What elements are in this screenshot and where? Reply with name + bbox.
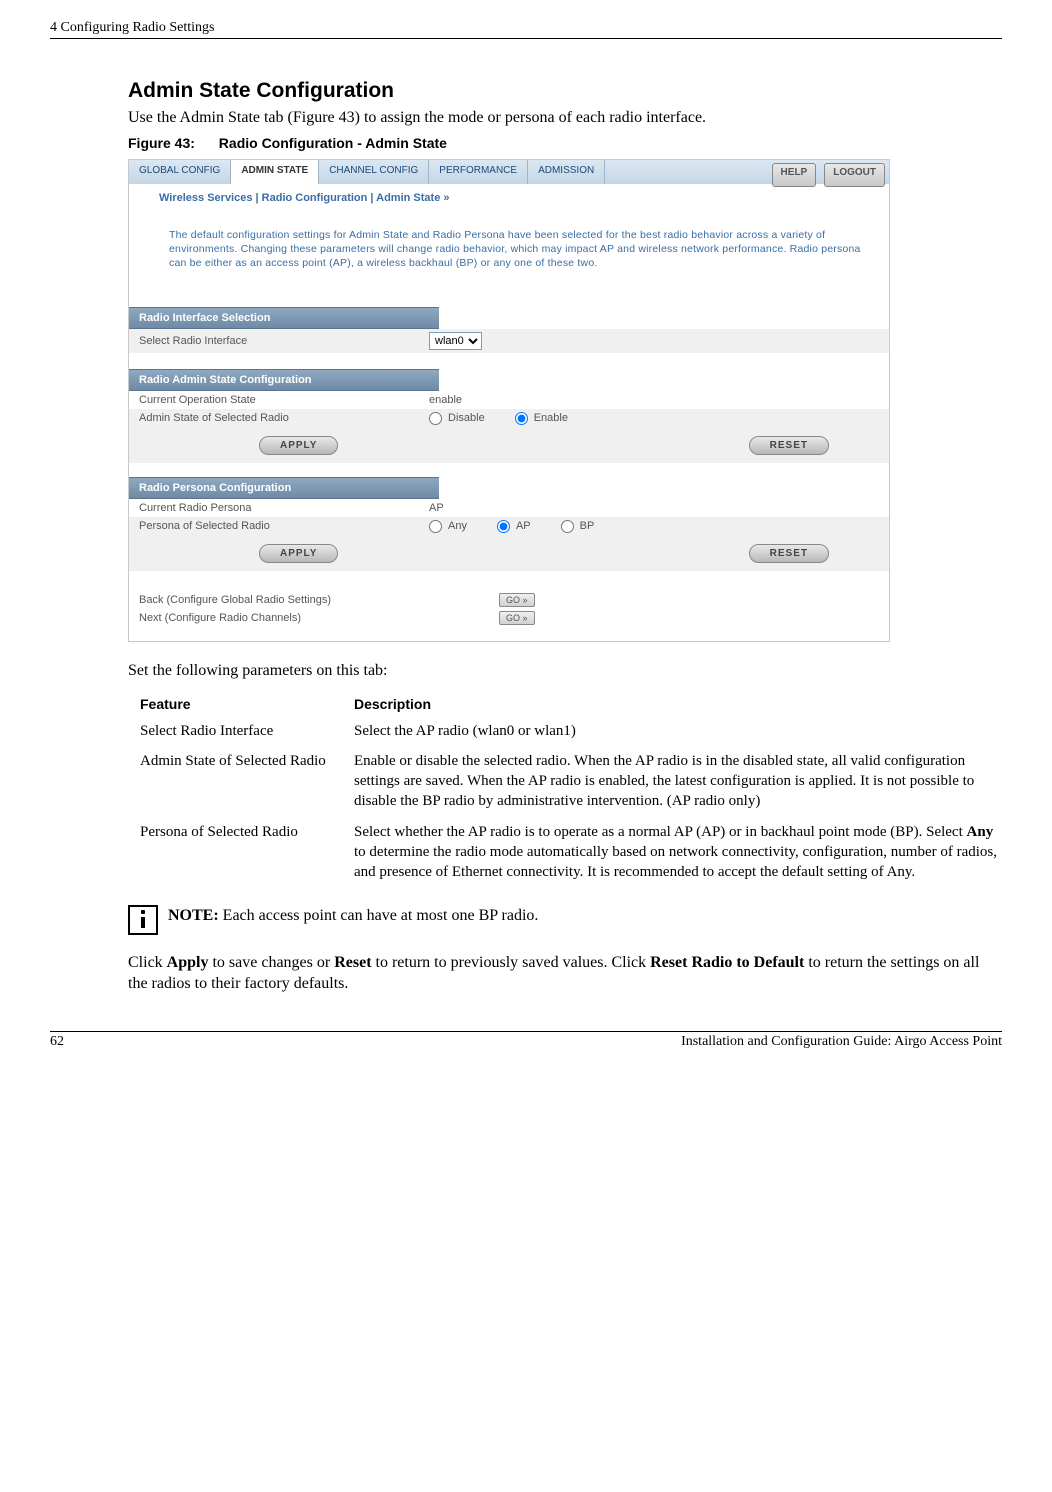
nav-next-row: Next (Configure Radio Channels) GO » [129,609,889,627]
radio-persona-ap[interactable]: AP [497,520,531,533]
persona-buttons: APPLY RESET [129,536,889,571]
apply-button-2[interactable]: APPLY [259,544,338,563]
label-select-radio-interface: Select Radio Interface [139,335,429,347]
row-current-operation-state: Current Operation State enable [129,391,889,409]
section-admin-state: Radio Admin State Configuration [129,369,439,391]
header-rule [50,38,1002,39]
row-persona-selected: Persona of Selected Radio Any AP BP [129,517,889,536]
figure-caption: Figure 43: Radio Configuration - Admin S… [128,135,1002,151]
reset-button-1[interactable]: RESET [749,436,829,455]
reset-button-2[interactable]: RESET [749,544,829,563]
tab-global-config[interactable]: GLOBAL CONFIG [129,160,231,184]
desc-cell: Enable or disable the selected radio. Wh… [354,746,1002,817]
help-button[interactable]: HELP [772,163,817,187]
section-intro: Use the Admin State tab (Figure 43) to a… [128,109,1002,127]
tab-admission[interactable]: ADMISSION [528,160,605,184]
chapter-title: 4 Configuring Radio Settings [50,20,215,36]
radio-persona-any[interactable]: Any [429,520,467,533]
label-persona-selected: Persona of Selected Radio [139,520,429,532]
nav-back-row: Back (Configure Global Radio Settings) G… [129,591,889,609]
row-admin-state-selected: Admin State of Selected Radio Disable En… [129,409,889,428]
select-radio-interface[interactable]: wlan0 [429,332,482,350]
admin-state-screenshot: GLOBAL CONFIG ADMIN STATE CHANNEL CONFIG… [128,159,890,642]
label-current-persona: Current Radio Persona [139,502,429,514]
tab-bar: GLOBAL CONFIG ADMIN STATE CHANNEL CONFIG… [129,160,889,184]
figure-title: Radio Configuration - Admin State [219,135,447,151]
row-select-radio-interface: Select Radio Interface wlan0 [129,329,889,353]
feature-cell: Select Radio Interface [140,716,354,746]
note-text: NOTE: Each access point can have at most… [168,905,538,925]
tab-performance[interactable]: PERFORMANCE [429,160,528,184]
row-current-persona: Current Radio Persona AP [129,499,889,517]
footer-title: Installation and Configuration Guide: Ai… [681,1034,1002,1050]
logout-button[interactable]: LOGOUT [824,163,885,187]
note-block: NOTE: Each access point can have at most… [128,905,1002,935]
breadcrumb: Wireless Services | Radio Configuration … [129,184,889,222]
table-row: Admin State of Selected Radio Enable or … [140,746,1002,817]
section-heading: Admin State Configuration [128,79,1002,103]
th-description: Description [354,692,1002,716]
desc-cell: Select the AP radio (wlan0 or wlan1) [354,716,1002,746]
section-radio-interface: Radio Interface Selection [129,307,439,329]
params-intro: Set the following parameters on this tab… [128,662,1002,680]
page-number: 62 [50,1034,64,1050]
table-row: Persona of Selected Radio Select whether… [140,817,1002,888]
admin-state-buttons: APPLY RESET [129,428,889,463]
apply-paragraph: Click Apply to save changes or Reset to … [128,953,1002,995]
footer-rule [50,1031,1002,1032]
nav-back-label: Back (Configure Global Radio Settings) [139,594,499,606]
feature-cell: Persona of Selected Radio [140,817,354,888]
table-row: Select Radio Interface Select the AP rad… [140,716,1002,746]
tab-admin-state[interactable]: ADMIN STATE [231,160,319,184]
feature-cell: Admin State of Selected Radio [140,746,354,817]
label-current-operation-state: Current Operation State [139,394,429,406]
info-icon [128,905,158,935]
radio-disable[interactable]: Disable [429,412,485,425]
value-current-operation-state: enable [429,394,879,406]
apply-button-1[interactable]: APPLY [259,436,338,455]
nav-next-label: Next (Configure Radio Channels) [139,612,499,624]
tab-channel-config[interactable]: CHANNEL CONFIG [319,160,429,184]
feature-table: Feature Description Select Radio Interfa… [140,692,1002,888]
description-text: The default configuration settings for A… [159,222,871,277]
go-back-button[interactable]: GO » [499,593,535,607]
desc-cell: Select whether the AP radio is to operat… [354,817,1002,888]
figure-number: Figure 43: [128,135,195,151]
go-next-button[interactable]: GO » [499,611,535,625]
section-persona: Radio Persona Configuration [129,477,439,499]
radio-persona-bp[interactable]: BP [561,520,595,533]
th-feature: Feature [140,692,354,716]
label-admin-state-selected: Admin State of Selected Radio [139,412,429,424]
value-current-persona: AP [429,502,879,514]
radio-enable[interactable]: Enable [515,412,568,425]
